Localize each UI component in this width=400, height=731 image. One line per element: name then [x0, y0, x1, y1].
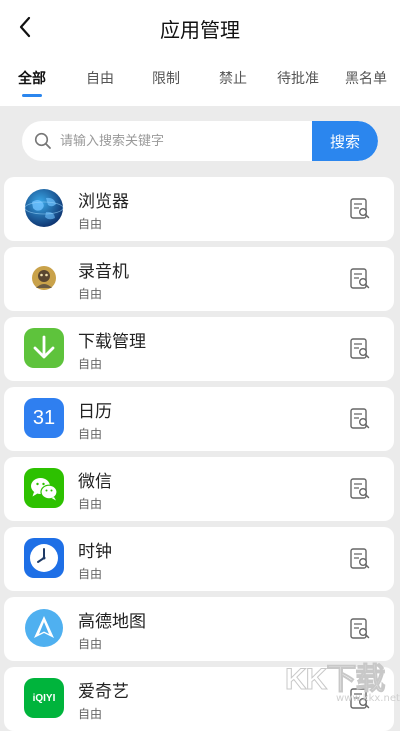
- app-detail-icon[interactable]: [348, 197, 372, 221]
- tab-all[interactable]: 全部: [18, 68, 46, 88]
- search-input[interactable]: [60, 121, 300, 161]
- app-detail-icon[interactable]: [348, 337, 372, 361]
- search-button[interactable]: 搜索: [312, 121, 378, 161]
- amap-icon: [24, 608, 64, 648]
- app-name: 高德地图: [78, 612, 146, 632]
- download-icon: [24, 328, 64, 368]
- app-status: 自由: [78, 287, 103, 301]
- app-card-calendar[interactable]: 31 日历 自由: [4, 387, 394, 451]
- app-detail-icon[interactable]: [348, 547, 372, 571]
- iqiyi-icon-text: iQIYI: [32, 692, 56, 704]
- app-status: 自由: [78, 217, 103, 231]
- tab-pending[interactable]: 待批准: [277, 68, 319, 88]
- wechat-icon: [24, 468, 64, 508]
- app-status: 自由: [78, 497, 103, 511]
- app-status: 自由: [78, 427, 103, 441]
- app-name: 爱奇艺: [78, 682, 129, 702]
- app-name: 浏览器: [78, 192, 129, 212]
- tab-forbidden[interactable]: 禁止: [219, 68, 247, 88]
- app-detail-icon[interactable]: [348, 267, 372, 291]
- app-status: 自由: [78, 567, 103, 581]
- app-name: 录音机: [78, 262, 129, 282]
- watermark-url: www.kkx.net: [336, 693, 400, 704]
- iqiyi-icon: iQIYI: [24, 678, 64, 718]
- app-status: 自由: [78, 357, 103, 371]
- app-card-recorder[interactable]: 录音机 自由: [4, 247, 394, 311]
- tab-restricted[interactable]: 限制: [152, 68, 180, 88]
- app-card-browser[interactable]: 浏览器 自由: [4, 177, 394, 241]
- app-status: 自由: [78, 707, 103, 721]
- watermark-text: KK下载: [285, 663, 386, 697]
- clock-icon: [24, 538, 64, 578]
- app-detail-icon[interactable]: [348, 407, 372, 431]
- calendar-icon-text: 31: [32, 406, 56, 429]
- watermark-logo: KK下载: [285, 654, 395, 697]
- tab-free[interactable]: 自由: [86, 68, 114, 88]
- tab-blacklist[interactable]: 黑名单: [345, 68, 387, 88]
- filter-tabs: 全部 自由 限制 禁止 待批准 黑名单: [0, 64, 400, 97]
- app-detail-icon[interactable]: [348, 477, 372, 501]
- app-name: 微信: [78, 472, 112, 492]
- app-card-download-manager[interactable]: 下载管理 自由: [4, 317, 394, 381]
- search-bar: 搜索: [22, 121, 378, 161]
- app-name: 下载管理: [78, 332, 146, 352]
- app-status: 自由: [78, 637, 103, 651]
- recorder-icon: [24, 258, 64, 298]
- app-detail-icon[interactable]: [348, 617, 372, 641]
- page-title: 应用管理: [160, 18, 240, 42]
- top-bar: 应用管理 全部 自由 限制 禁止 待批准 黑名单: [0, 0, 400, 106]
- app-card-amap[interactable]: 高德地图 自由: [4, 597, 394, 661]
- active-tab-indicator: [22, 94, 42, 97]
- calendar-icon: 31: [24, 398, 64, 438]
- app-name: 日历: [78, 402, 112, 422]
- app-name: 时钟: [78, 542, 112, 562]
- browser-globe-icon: [24, 188, 64, 228]
- search-icon: [34, 132, 51, 149]
- app-card-clock[interactable]: 时钟 自由: [4, 527, 394, 591]
- app-card-wechat[interactable]: 微信 自由: [4, 457, 394, 521]
